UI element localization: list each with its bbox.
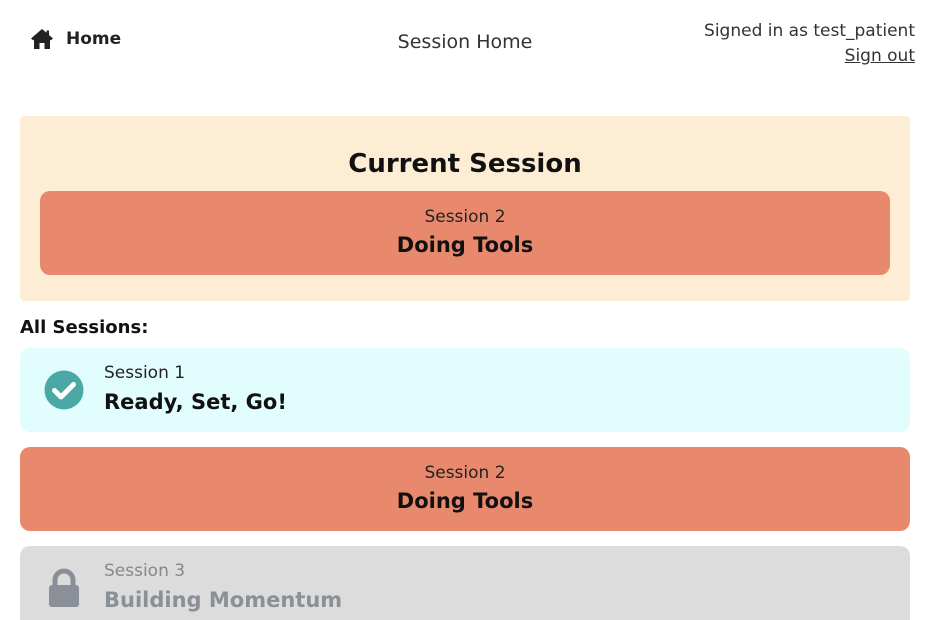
user-area: Signed in as test_patient Sign out bbox=[704, 19, 915, 69]
signed-in-text: Signed in as test_patient bbox=[704, 21, 915, 41]
session-number: Session 3 bbox=[104, 561, 186, 581]
session-name: Building Momentum bbox=[104, 588, 343, 612]
all-sessions-heading: All Sessions: bbox=[20, 317, 149, 338]
current-session-panel: Current Session Session 2 Doing Tools bbox=[20, 116, 910, 301]
sign-out-link[interactable]: Sign out bbox=[704, 44, 915, 69]
lock-icon bbox=[44, 568, 84, 608]
session-name: Ready, Set, Go! bbox=[104, 390, 287, 414]
session-number: Session 2 bbox=[424, 463, 506, 483]
session-card-2[interactable]: Session 2 Doing Tools bbox=[20, 447, 910, 531]
session-number: Session 1 bbox=[104, 363, 186, 383]
current-session-heading: Current Session bbox=[348, 149, 582, 179]
session-card-1[interactable]: Session 1 Ready, Set, Go! bbox=[20, 348, 910, 432]
session-number: Session 2 bbox=[424, 207, 506, 227]
top-nav-bar: Home Session Home Signed in as test_pati… bbox=[0, 0, 930, 86]
current-session-card[interactable]: Session 2 Doing Tools bbox=[40, 191, 890, 275]
session-name: Doing Tools bbox=[396, 489, 534, 513]
check-circle-icon bbox=[44, 370, 84, 410]
session-card-3[interactable]: Session 3 Building Momentum bbox=[20, 546, 910, 620]
session-name: Doing Tools bbox=[396, 233, 534, 257]
